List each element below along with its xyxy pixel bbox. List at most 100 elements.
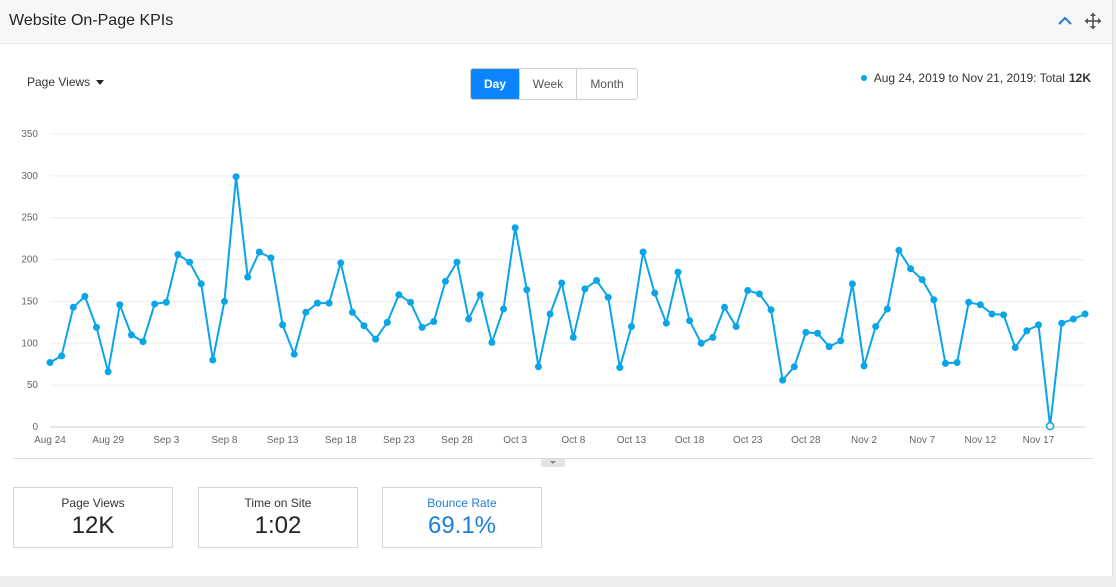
kpi-panel: Website On-Page KPIs Page Views Day Week… — [0, 0, 1113, 576]
data-point — [1045, 421, 1055, 431]
range-legend: Aug 24, 2019 to Nov 21, 2019: Total 12K — [860, 71, 1091, 85]
data-point — [651, 289, 659, 297]
y-tick-label: 300 — [21, 171, 38, 182]
x-tick-label: Oct 23 — [733, 435, 763, 446]
data-point — [430, 318, 438, 326]
data-point — [976, 301, 984, 309]
x-tick-label: Oct 8 — [561, 435, 585, 446]
data-point — [93, 323, 101, 331]
data-point — [779, 376, 787, 384]
data-point — [1000, 311, 1008, 319]
data-point — [767, 306, 775, 314]
data-point — [151, 300, 159, 308]
data-point — [407, 298, 415, 306]
data-point — [337, 259, 345, 267]
kpi-value: 12K — [71, 512, 115, 539]
data-point — [46, 359, 54, 367]
data-point — [383, 318, 391, 326]
data-point — [325, 299, 333, 307]
data-point — [872, 323, 880, 331]
chart-resize-handle[interactable] — [541, 459, 565, 467]
metric-dropdown[interactable]: Page Views — [27, 75, 105, 89]
data-point — [476, 291, 484, 299]
x-tick-label: Sep 3 — [153, 435, 180, 446]
data-point — [523, 286, 531, 294]
x-tick-label: Sep 18 — [325, 435, 357, 446]
data-point — [569, 333, 577, 341]
data-point — [895, 246, 903, 254]
data-point — [348, 308, 356, 316]
data-point — [174, 251, 182, 259]
x-tick-label: Aug 24 — [34, 435, 66, 446]
data-point — [662, 319, 670, 327]
data-point — [139, 338, 147, 346]
data-point — [162, 298, 170, 306]
chevron-up-icon[interactable] — [1056, 12, 1074, 30]
x-tick-label: Oct 3 — [503, 435, 527, 446]
data-point — [616, 364, 624, 372]
kpi-value: 69.1% — [427, 512, 497, 539]
data-point — [313, 299, 321, 307]
data-point — [1023, 327, 1031, 335]
x-tick-label: Nov 12 — [964, 435, 996, 446]
data-point — [290, 350, 298, 358]
data-point — [534, 363, 542, 371]
data-point — [360, 322, 368, 330]
data-point — [907, 265, 915, 273]
data-point — [488, 338, 496, 346]
x-tick-label: Nov 17 — [1023, 435, 1055, 446]
x-tick-label: Oct 28 — [791, 435, 821, 446]
move-arrows-icon[interactable] — [1084, 12, 1102, 30]
y-tick-label: 350 — [21, 129, 38, 140]
data-point — [81, 292, 89, 300]
kpi-card-bounce-rate[interactable]: Bounce Rate 69.1% — [382, 487, 542, 548]
data-point — [127, 331, 135, 339]
data-point — [279, 321, 287, 329]
data-point — [1034, 321, 1042, 329]
kpi-label: Page Views — [61, 496, 125, 510]
data-point — [953, 359, 961, 367]
x-tick-label: Nov 2 — [851, 435, 878, 446]
data-point — [69, 303, 77, 311]
data-point — [883, 305, 891, 313]
page-views-chart: 0 50 100 150 200 250 300 350 Aug 24 Aug 29 Sep 3 Se… — [21, 129, 1089, 446]
data-point — [941, 359, 949, 367]
y-tick-label: 200 — [21, 255, 38, 266]
data-point — [197, 280, 205, 288]
x-tick-label: Oct 18 — [675, 435, 705, 446]
data-point — [372, 335, 380, 343]
y-tick-label: 50 — [27, 380, 39, 391]
data-point — [244, 273, 252, 281]
kpi-card-time-on-site[interactable]: Time on Site 1:02 — [198, 487, 358, 548]
data-point — [267, 254, 275, 262]
data-point — [1081, 310, 1089, 318]
data-point — [209, 356, 217, 364]
data-point — [720, 303, 728, 311]
y-tick-label: 150 — [21, 296, 38, 307]
data-point — [116, 301, 124, 309]
legend-dot-icon — [860, 75, 867, 81]
data-point — [232, 173, 240, 181]
period-day-button[interactable]: Day — [471, 69, 519, 99]
range-total: 12K — [1068, 71, 1091, 85]
kpi-label: Bounce Rate — [427, 496, 497, 510]
data-point — [604, 293, 612, 301]
data-point — [709, 333, 717, 341]
x-tick-label: Sep 28 — [441, 435, 473, 446]
period-week-button[interactable]: Week — [519, 69, 576, 99]
data-point — [1011, 343, 1019, 351]
data-point — [500, 305, 508, 313]
x-tick-label: Sep 23 — [383, 435, 415, 446]
x-tick-label: Sep 13 — [267, 435, 299, 446]
period-toggle: Day Week Month — [470, 68, 638, 100]
panel-title: Website On-Page KPIs — [9, 12, 174, 29]
period-month-button[interactable]: Month — [576, 69, 637, 99]
data-point — [639, 248, 647, 256]
panel-header: Website On-Page KPIs — [0, 0, 1112, 44]
data-point — [418, 323, 426, 331]
kpi-card-page-views[interactable]: Page Views 12K — [13, 487, 173, 548]
data-point — [558, 279, 566, 287]
data-point — [395, 291, 403, 299]
data-point — [465, 315, 473, 323]
data-point — [930, 296, 938, 304]
